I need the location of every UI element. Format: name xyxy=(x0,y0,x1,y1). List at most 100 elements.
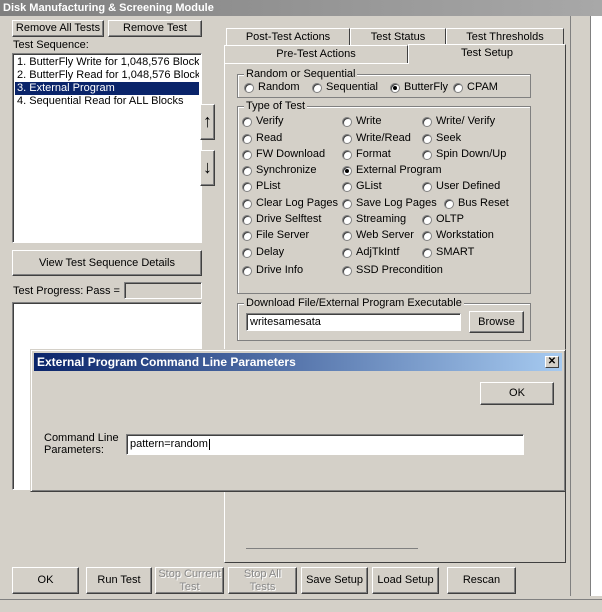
save-setup-button[interactable]: Save Setup xyxy=(301,567,368,594)
radio-random[interactable]: Random xyxy=(244,81,300,94)
radio-smart[interactable]: SMART xyxy=(422,246,474,259)
view-test-sequence-details-button[interactable]: View Test Sequence Details xyxy=(12,250,202,276)
radio-write[interactable]: Write xyxy=(342,115,381,128)
arrow-down-icon: ↓ xyxy=(203,157,212,178)
dialog-ok-button[interactable]: OK xyxy=(480,382,554,405)
tab-pre-test-actions[interactable]: Pre-Test Actions xyxy=(224,45,408,63)
radio-circle-icon xyxy=(422,116,432,127)
radio-circle-icon xyxy=(242,149,252,160)
radio-label: OLTP xyxy=(436,213,464,225)
radio-label: Bus Reset xyxy=(458,197,509,209)
ok-button[interactable]: OK xyxy=(12,567,79,594)
radio-circle-icon xyxy=(242,133,252,144)
radio-label: CPAM xyxy=(467,81,498,93)
list-item-selected[interactable]: 3. External Program xyxy=(15,82,199,95)
list-item[interactable]: 2. ButterFly Read for 1,048,576 Blocks xyxy=(15,69,199,82)
radio-web-server[interactable]: Web Server xyxy=(342,229,414,242)
label-text: Command Line xyxy=(44,432,119,444)
radio-circle-icon xyxy=(342,181,352,192)
radio-seek[interactable]: Seek xyxy=(422,132,461,145)
radio-circle-icon xyxy=(342,149,352,160)
radio-format[interactable]: Format xyxy=(342,148,391,161)
tab-test-setup[interactable]: Test Setup xyxy=(408,44,566,64)
radio-cpam[interactable]: CPAM xyxy=(453,81,498,94)
radio-streaming[interactable]: Streaming xyxy=(342,213,406,226)
radio-adjtkintf[interactable]: AdjTkIntf xyxy=(342,246,399,259)
remove-test-button[interactable]: Remove Test xyxy=(108,20,202,37)
radio-spin-down-up[interactable]: Spin Down/Up xyxy=(422,148,506,161)
tab-test-status[interactable]: Test Status xyxy=(350,28,446,45)
radio-drive-info[interactable]: Drive Info xyxy=(242,264,303,277)
radio-circle-icon xyxy=(444,198,454,209)
stop-current-test-button[interactable]: Stop Current Test xyxy=(155,567,224,594)
command-line-parameters-input[interactable]: pattern=random xyxy=(126,434,524,455)
radio-fw-download[interactable]: FW Download xyxy=(242,148,325,161)
window-title: Disk Manufacturing & Screening Module xyxy=(0,0,602,16)
test-sequence-label: Test Sequence: xyxy=(13,39,89,51)
radio-synchronize[interactable]: Synchronize xyxy=(242,164,317,177)
radio-circle-icon xyxy=(312,82,322,93)
radio-drive-selftest[interactable]: Drive Selftest xyxy=(242,213,321,226)
radio-label: Random xyxy=(258,81,300,93)
tab-test-thresholds[interactable]: Test Thresholds xyxy=(446,28,564,45)
radio-butterfly[interactable]: ButterFly xyxy=(390,81,448,94)
radio-selected-icon xyxy=(390,82,400,93)
radio-workstation[interactable]: Workstation xyxy=(422,229,494,242)
remove-all-tests-button[interactable]: Remove All Tests xyxy=(12,20,104,37)
browse-button[interactable]: Browse xyxy=(469,311,524,333)
radio-ssd-precondition[interactable]: SSD Precondition xyxy=(342,264,443,277)
radio-glist[interactable]: GList xyxy=(342,180,382,193)
radio-circle-icon xyxy=(242,265,252,276)
label-text: pattern=random xyxy=(130,438,208,450)
text-caret xyxy=(208,438,210,450)
radio-delay[interactable]: Delay xyxy=(242,246,284,259)
radio-circle-icon xyxy=(242,214,252,225)
radio-clear-log-pages[interactable]: Clear Log Pages xyxy=(242,197,338,210)
radio-write-verify[interactable]: Write/ Verify xyxy=(422,115,495,128)
command-line-parameters-label: Command Line Parameters: xyxy=(44,432,119,456)
move-down-button[interactable]: ↓ xyxy=(200,150,215,186)
command-line-dialog: External Program Command Line Parameters… xyxy=(30,349,566,492)
radio-bus-reset[interactable]: Bus Reset xyxy=(444,197,509,210)
radio-label: Synchronize xyxy=(256,164,317,176)
radio-file-server[interactable]: File Server xyxy=(242,229,309,242)
stop-all-tests-button[interactable]: Stop All Tests xyxy=(228,567,297,594)
close-icon[interactable]: ✕ xyxy=(545,356,559,368)
run-test-button[interactable]: Run Test xyxy=(86,567,152,594)
radio-read[interactable]: Read xyxy=(242,132,282,145)
list-item[interactable]: 1. ButterFly Write for 1,048,576 Blocks xyxy=(15,56,199,69)
radio-external-program[interactable]: External Program xyxy=(342,164,442,177)
test-progress-label: Test Progress: xyxy=(13,285,84,297)
radio-user-defined[interactable]: User Defined xyxy=(422,180,500,193)
external-program-path-input[interactable]: writesamesata xyxy=(246,313,461,331)
rescan-button[interactable]: Rescan xyxy=(447,567,516,594)
list-item[interactable]: 4. Sequential Read for ALL Blocks xyxy=(15,95,199,108)
radio-circle-icon xyxy=(242,230,252,241)
radio-label: ButterFly xyxy=(404,81,449,93)
label-text: Test xyxy=(179,580,200,593)
radio-circle-icon xyxy=(422,181,432,192)
radio-plist[interactable]: PList xyxy=(242,180,280,193)
radio-write-read[interactable]: Write/Read xyxy=(342,132,411,145)
tab-post-test-actions[interactable]: Post-Test Actions xyxy=(226,28,350,45)
radio-label: User Defined xyxy=(436,180,501,192)
move-up-button[interactable]: ↑ xyxy=(200,104,215,140)
test-sequence-list[interactable]: 1. ButterFly Write for 1,048,576 Blocks … xyxy=(12,53,202,243)
radio-sequential[interactable]: Sequential xyxy=(312,81,378,94)
hidden-group-edge xyxy=(246,548,418,549)
type-of-test-group-label: Type of Test xyxy=(244,100,308,112)
radio-verify[interactable]: Verify xyxy=(242,115,284,128)
radio-circle-icon xyxy=(242,247,252,258)
radio-circle-icon xyxy=(342,265,352,276)
radio-circle-icon xyxy=(242,181,252,192)
radio-label: Drive Selftest xyxy=(256,213,322,225)
radio-circle-icon xyxy=(242,198,252,209)
radio-oltp[interactable]: OLTP xyxy=(422,213,464,226)
radio-circle-icon xyxy=(244,82,254,93)
radio-label: Format xyxy=(356,148,391,160)
radio-label: Streaming xyxy=(356,213,407,225)
radio-label: AdjTkIntf xyxy=(356,246,400,258)
radio-label: Delay xyxy=(256,246,285,258)
load-setup-button[interactable]: Load Setup xyxy=(372,567,439,594)
radio-save-log-pages[interactable]: Save Log Pages xyxy=(342,197,437,210)
